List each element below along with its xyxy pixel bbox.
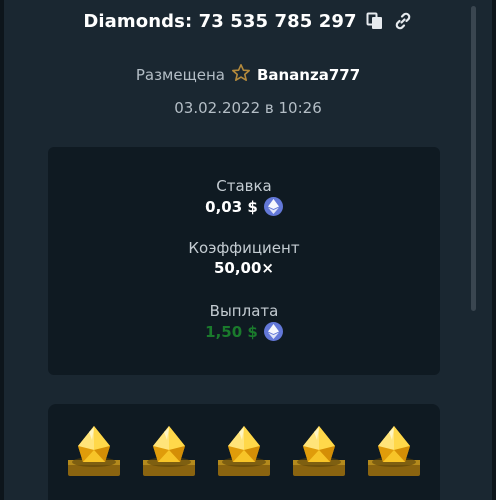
title-row: Diamonds: 73 535 785 297 [0,8,496,34]
scrollbar[interactable] [471,6,476,311]
payout-stat: Выплата 1,50 $ [48,302,440,341]
bet-row: 0,03 $ [48,197,440,216]
stats-card: Ставка 0,03 $ Коэффициент 50,00× Выплата… [48,147,440,375]
coefficient-label: Коэффициент [188,239,300,257]
payout-row: 1,50 $ [48,322,440,341]
game-details-modal: Diamonds: 73 535 785 297 Размещена Banan… [0,0,496,500]
placed-date: 03.02.2022 в 10:26 [174,99,322,117]
bet-stat: Ставка 0,03 $ [48,177,440,216]
placed-label: Размещена [135,66,225,84]
yellow-diamond-icon[interactable] [140,422,198,480]
yellow-diamond-icon[interactable] [365,422,423,480]
coefficient-stat: Коэффициент 50,00× [48,239,440,277]
payout-label: Выплата [209,302,279,320]
ethereum-icon [263,197,283,216]
payout-value: 1,50 $ [205,322,258,341]
coefficient-value: 50,00× [213,259,274,277]
bet-label: Ставка [216,177,272,195]
game-board [48,404,440,500]
ethereum-icon [263,322,283,341]
modal-title: Diamonds: 73 535 785 297 [83,10,357,32]
username-link[interactable]: Bananza777 [257,66,360,84]
copy-icon[interactable] [365,11,385,31]
yellow-diamond-icon[interactable] [215,422,273,480]
yellow-diamond-icon[interactable] [65,422,123,480]
star-icon [231,63,251,87]
yellow-diamond-icon[interactable] [290,422,348,480]
placed-by-row: Размещена Bananza777 [0,64,496,86]
link-icon[interactable] [393,11,413,31]
bet-value: 0,03 $ [205,197,258,216]
